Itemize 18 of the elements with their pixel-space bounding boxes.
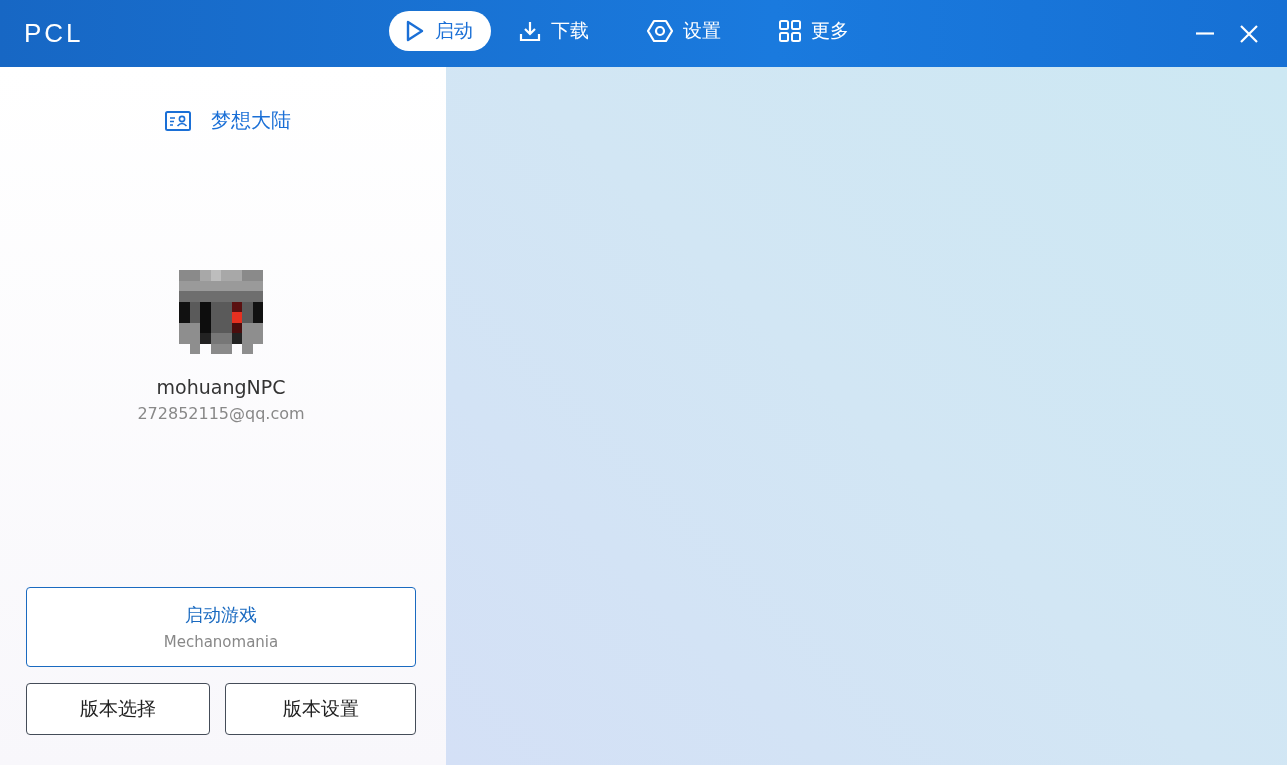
settings-icon [647, 19, 673, 43]
id-card-icon [165, 110, 191, 131]
play-icon [405, 20, 425, 42]
close-icon [1239, 23, 1259, 44]
minimize-icon [1195, 32, 1215, 35]
nav-tab[interactable]: 更多 [763, 11, 867, 51]
version-button[interactable]: 版本设置 [225, 683, 416, 735]
version-button[interactable]: 版本选择 [26, 683, 210, 735]
launch-game-button[interactable]: 启动游戏 Mechanomania [26, 587, 416, 667]
download-icon [519, 20, 541, 42]
login-server-link[interactable]: 梦想大陆 [165, 107, 291, 134]
account-email: 272852115@qq.com [137, 404, 305, 423]
nav-tab[interactable]: 设置 [631, 11, 739, 51]
grid-icon [779, 20, 801, 42]
app-logo: PCL [24, 18, 84, 49]
nav-tab[interactable]: 下载 [503, 11, 607, 51]
player-name: mohuangNPC [156, 376, 286, 398]
nav-tab[interactable]: 启动 [389, 11, 491, 51]
